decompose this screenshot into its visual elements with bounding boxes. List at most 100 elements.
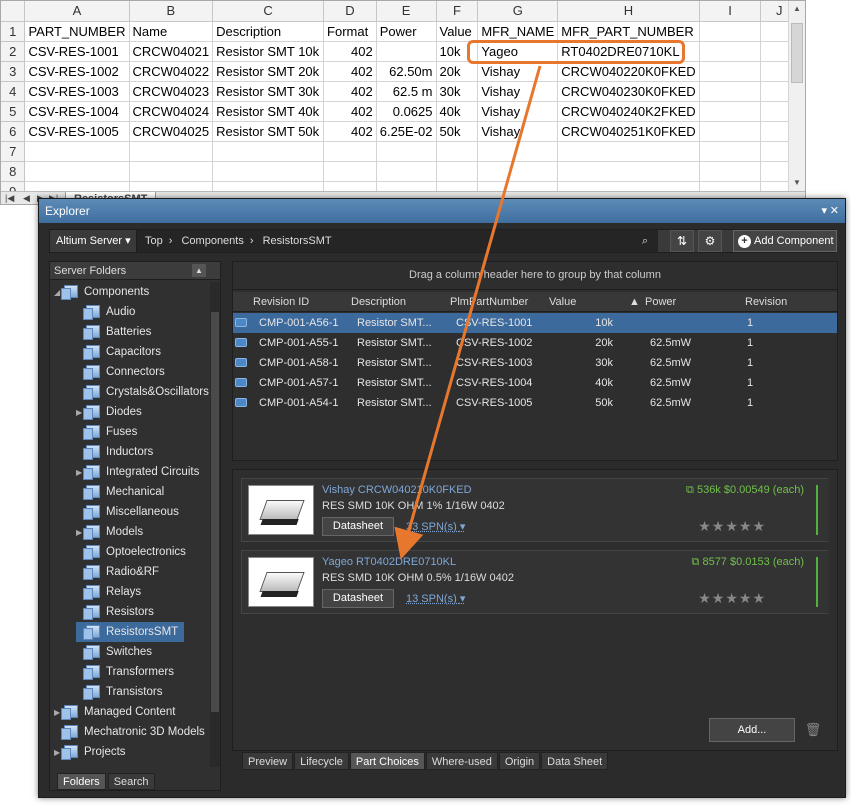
folder-item[interactable]: Transistors [76,682,168,702]
cell[interactable]: 402 [323,101,377,122]
table-row[interactable]: CMP-001-A58-1 Resistor SMT... CSV-RES-1003… [233,353,837,373]
cell[interactable] [699,101,762,122]
column-header[interactable]: E [376,1,437,22]
tab-folders[interactable]: Folders [57,773,106,790]
cell[interactable] [24,141,130,162]
folder-item[interactable]: Mechanical [76,482,170,502]
rating-stars[interactable]: ★★★★★ [698,590,766,607]
cell[interactable]: CRCW04023 [129,81,214,102]
folder-item[interactable]: Mechatronic 3D Models [54,722,210,742]
rating-stars[interactable]: ★★★★★ [698,518,766,535]
folder-item[interactable]: Crystals&Oscillators [76,382,210,402]
cell[interactable]: 40k [436,101,479,122]
cell[interactable] [699,121,762,142]
server-selector[interactable]: Altium Server ▾ [56,234,131,247]
cell[interactable]: CRCW04024 [129,101,214,122]
cell[interactable] [699,61,762,82]
cell[interactable]: Resistor SMT 50k [212,121,325,142]
folder-item[interactable]: ▶ Integrated Circuits [76,462,205,482]
spn-dropdown[interactable]: 33 SPN(s) ▾ [406,520,465,533]
folder-scrollbar[interactable] [210,282,220,767]
datasheet-button[interactable]: Datasheet [322,517,394,536]
cell[interactable]: 30k [436,81,479,102]
spreadsheet-vertical-scrollbar[interactable]: ▲ ▼ [788,1,805,191]
column-header[interactable]: I [699,1,762,22]
tab-preview[interactable]: Preview [242,752,294,770]
datasheet-button[interactable]: Datasheet [322,589,394,608]
col-header-power[interactable]: Power [645,292,676,312]
add-part-choice-button[interactable]: Add... [709,718,795,742]
cell[interactable] [323,161,377,182]
cell[interactable]: Value [436,21,479,42]
cell[interactable]: 402 [323,61,377,82]
manufacturer-part[interactable]: Yageo RT0402DRE0710KL [322,556,456,568]
cell[interactable]: CSV-RES-1003 [24,81,130,102]
row-number[interactable]: 1 [1,21,26,42]
cell[interactable]: 6.25E-02 [376,121,437,142]
cell[interactable]: Resistor SMT 20k [212,61,325,82]
cell[interactable]: 62.50m [376,61,437,82]
tab-origin[interactable]: Origin [498,752,541,770]
col-header-revision-id[interactable]: Revision ID [253,292,309,312]
cell[interactable] [129,161,214,182]
cell[interactable]: PART_NUMBER [24,21,130,42]
cell[interactable] [477,161,559,182]
tab-search[interactable]: Search [107,773,155,790]
cell[interactable]: Power [376,21,437,42]
tab-lifecycle[interactable]: Lifecycle [294,752,349,770]
folder-item[interactable]: ▶ Models [76,522,149,542]
cell[interactable] [699,81,762,102]
cell[interactable]: CSV-RES-1005 [24,121,130,142]
cell[interactable] [376,141,437,162]
manufacturer-part[interactable]: Vishay CRCW040210K0FKED [322,484,472,496]
cell[interactable] [436,141,479,162]
cell[interactable] [212,141,325,162]
cell[interactable] [699,41,762,62]
cell[interactable]: MFR_NAME [477,21,559,42]
folder-item[interactable]: Fuses [76,422,143,442]
folder-item[interactable]: Miscellaneous [76,502,185,522]
folder-item[interactable]: Switches [76,642,158,662]
cell[interactable] [436,161,479,182]
row-number[interactable]: 7 [1,141,26,162]
col-header-plmpartnumber[interactable]: PlmPartNumber [450,292,528,312]
row-number[interactable]: 2 [1,41,26,62]
column-header[interactable]: C [212,1,325,22]
folder-item[interactable]: ▶ Managed Content [54,702,181,722]
first-sheet-icon[interactable]: |◀ [5,193,14,204]
cell[interactable]: Vishay [477,101,559,122]
folder-item[interactable]: Relays [76,582,147,602]
cell[interactable]: CRCW04021 [129,41,214,62]
cell[interactable]: Format [323,21,377,42]
row-number[interactable]: 3 [1,61,26,82]
cell[interactable]: Resistor SMT 40k [212,101,325,122]
cell[interactable]: 50k [436,121,479,142]
close-icon[interactable]: ✕ [830,199,839,223]
column-header[interactable]: D [323,1,377,22]
cell[interactable] [699,21,762,42]
tab-data-sheet[interactable]: Data Sheet [541,752,609,770]
cell[interactable]: CSV-RES-1002 [24,61,130,82]
cell[interactable]: 402 [323,81,377,102]
prev-sheet-icon[interactable]: ◀ [23,193,30,204]
cell[interactable]: Resistor SMT 10k [212,41,325,62]
cell[interactable]: Vishay [477,61,559,82]
cell[interactable]: 402 [323,41,377,62]
cell[interactable]: CRCW040230K0FKED [557,81,700,102]
cell[interactable]: 402 [323,121,377,142]
cell[interactable]: 0.0625 [376,101,437,122]
column-header[interactable]: A [24,1,130,22]
cell[interactable] [699,161,762,182]
cell[interactable] [699,141,762,162]
folder-item[interactable]: ▶ Projects [54,742,132,762]
cell[interactable] [323,141,377,162]
table-row[interactable]: CMP-001-A56-1 Resistor SMT... CSV-RES-1001… [233,313,837,333]
cell[interactable]: Resistor SMT 30k [212,81,325,102]
scrollbar-thumb[interactable] [211,312,219,712]
tab-part-choices[interactable]: Part Choices [349,752,425,770]
cell[interactable] [212,161,325,182]
cell[interactable]: Name [129,21,214,42]
folder-item[interactable]: Batteries [76,322,157,342]
row-number[interactable]: 5 [1,101,26,122]
cell[interactable] [477,141,559,162]
